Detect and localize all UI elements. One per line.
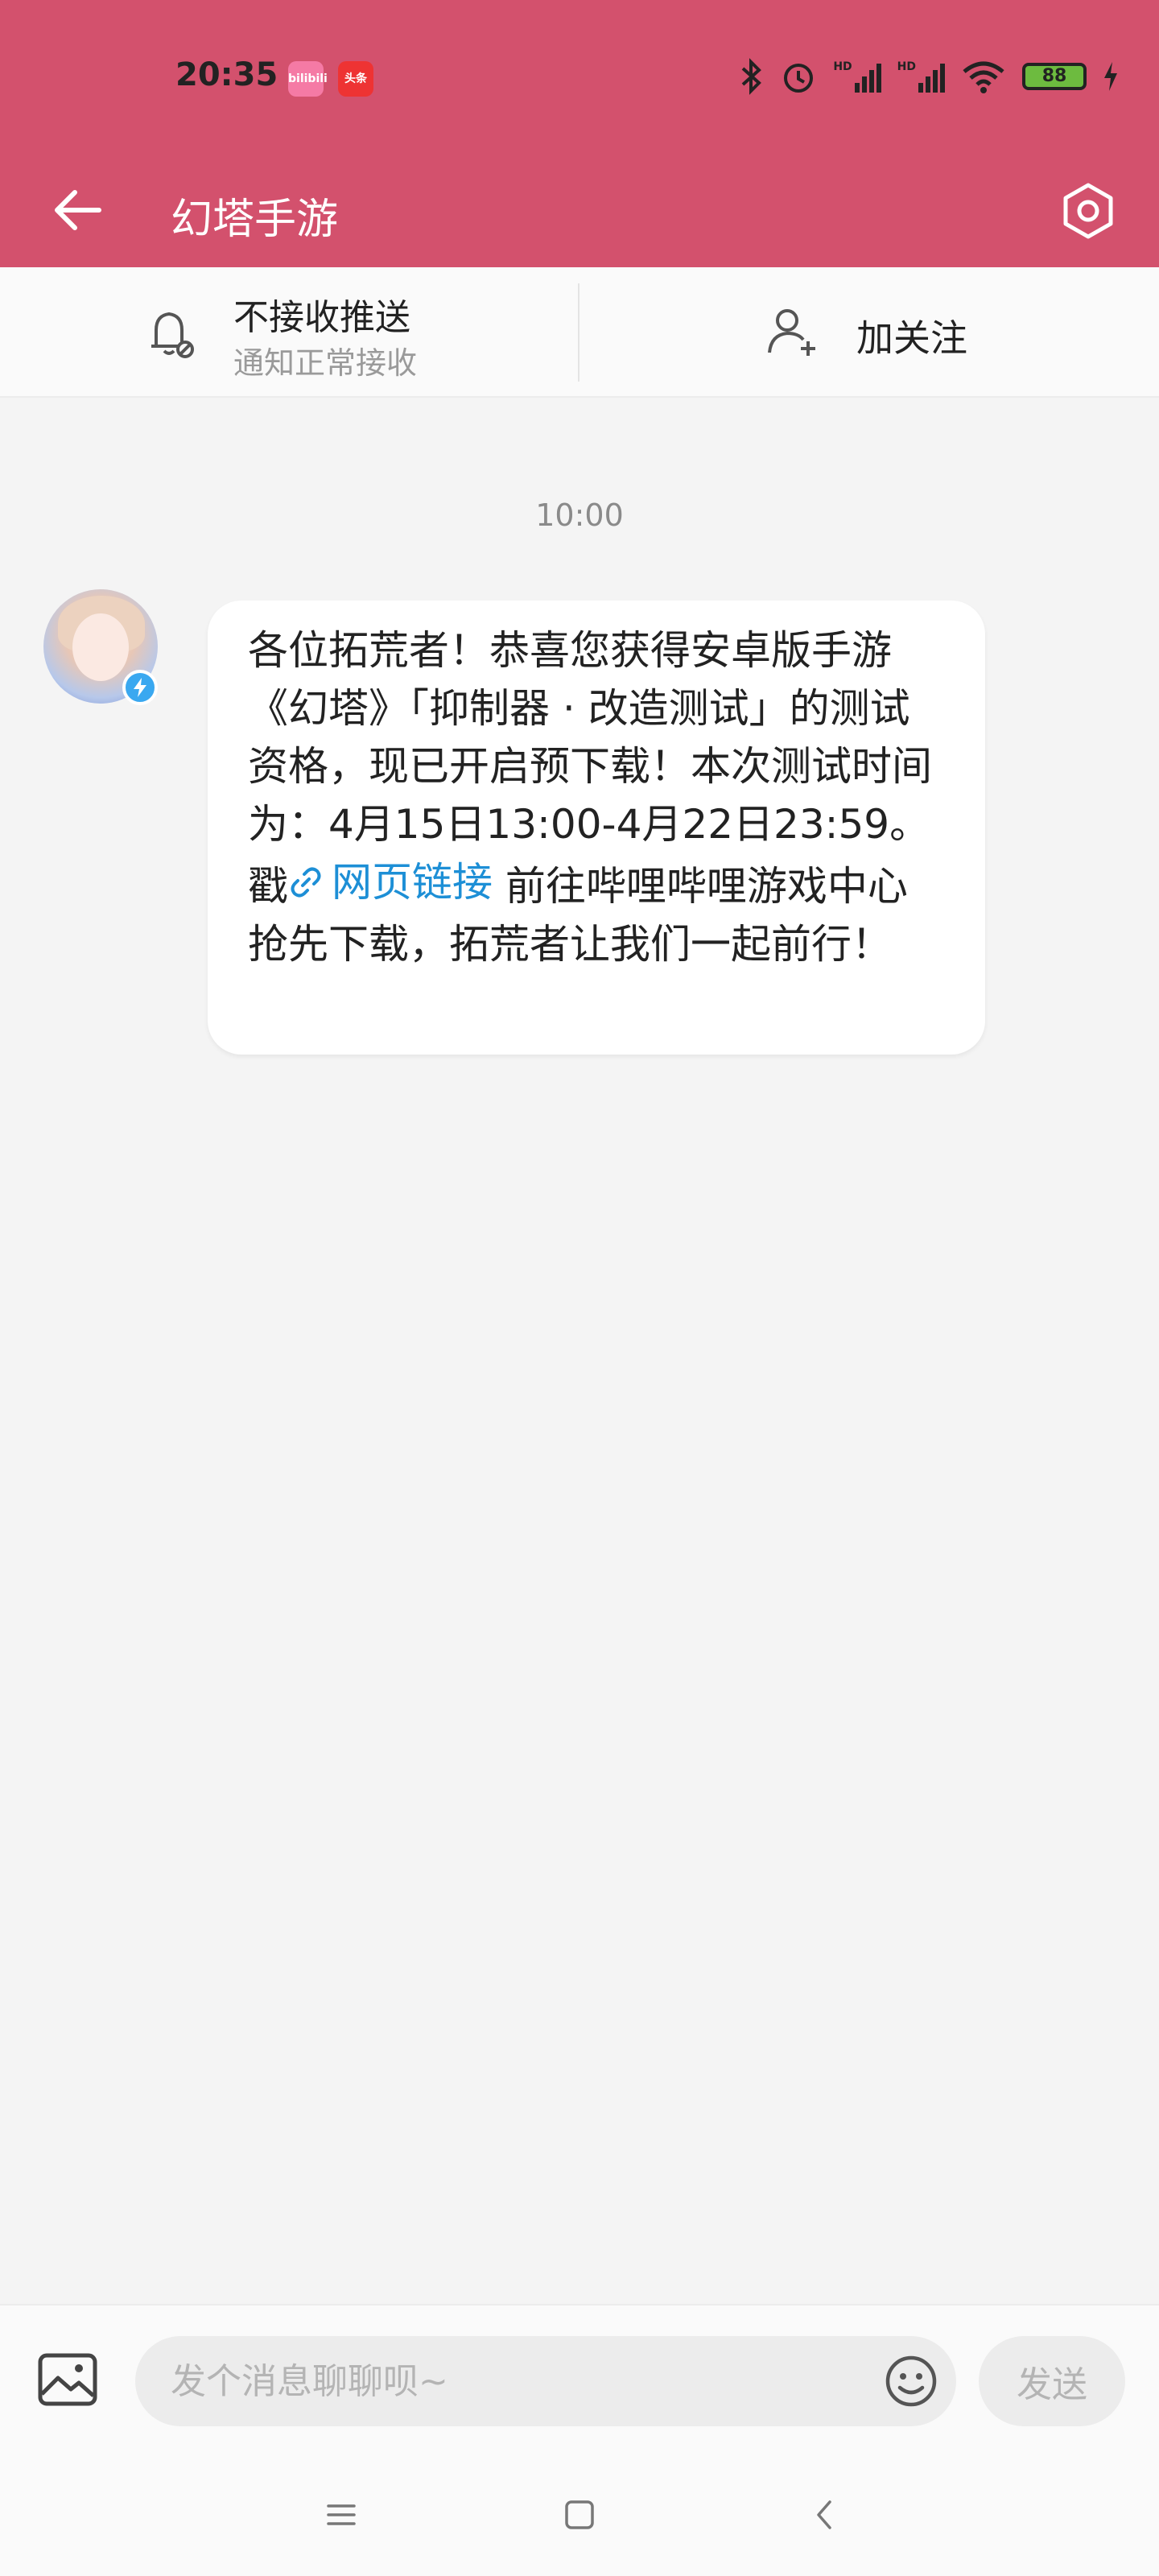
image-picker-button[interactable]: [35, 2347, 100, 2412]
app-header: 幻塔手游: [0, 153, 1159, 267]
hexagon-settings-icon: [1063, 183, 1113, 239]
back-button[interactable]: [48, 182, 105, 238]
emoji-button[interactable]: [884, 2354, 938, 2409]
page-title: 幻塔手游: [171, 196, 339, 244]
square-home-icon: [565, 2500, 594, 2529]
arrow-left-icon: [55, 190, 101, 230]
push-toggle[interactable]: 不接收推送 通知正常接收: [0, 267, 578, 398]
push-title: 不接收推送: [233, 297, 410, 338]
message-timestamp: 10:00: [535, 497, 624, 533]
status-icons: HD HD 88: [740, 56, 1119, 97]
chat-area[interactable]: 10:00 各位拓荒者！恭喜您获得安卓版手游《幻塔》「抑制器 · 改造测试」的测…: [0, 398, 1159, 2304]
settings-button[interactable]: [1058, 180, 1119, 242]
link-text: 网页链接: [332, 859, 493, 906]
status-bar: 20:35 bilibili 头条 HD HD 88: [0, 0, 1159, 153]
follow-button[interactable]: 加关注: [580, 267, 1159, 398]
bluetooth-icon: [741, 58, 762, 95]
smiley-icon: [885, 2355, 937, 2407]
bilibili-notification-icon: bilibili: [288, 61, 328, 97]
battery-icon: 88: [1022, 63, 1087, 90]
verified-lightning-icon: [122, 670, 158, 705]
link-icon: [291, 867, 321, 898]
toutiao-notification-icon: 头条: [338, 61, 373, 97]
message-input[interactable]: [135, 2336, 956, 2426]
follow-label: 加关注: [856, 316, 967, 360]
wifi-icon: [963, 61, 1004, 93]
web-link[interactable]: 网页链接: [288, 853, 493, 911]
menu-button[interactable]: [320, 2494, 362, 2536]
message-bubble[interactable]: 各位拓荒者！恭喜您获得安卓版手游《幻塔》「抑制器 · 改造测试」的测试资格，现已…: [208, 601, 985, 1055]
message-text: 各位拓荒者！恭喜您获得安卓版手游《幻塔》「抑制器 · 改造测试」的测试资格，现已…: [248, 621, 945, 973]
status-time: 20:35: [175, 56, 278, 93]
system-nav-bar: [0, 2454, 1159, 2576]
menu-icon: [327, 2504, 356, 2525]
alarm-icon: [784, 64, 814, 93]
image-icon: [38, 2353, 97, 2406]
signal-icon: HD: [897, 60, 945, 93]
action-bar: 不接收推送 通知正常接收 加关注: [0, 267, 1159, 398]
bell-muted-icon: [151, 312, 194, 358]
input-bar: 发送: [0, 2304, 1159, 2454]
chevron-left-icon: [817, 2500, 831, 2529]
push-subtitle: 通知正常接收: [233, 345, 418, 381]
add-user-icon: [768, 309, 815, 356]
back-nav-button[interactable]: [803, 2494, 845, 2536]
home-button[interactable]: [559, 2494, 600, 2536]
signal-icon: HD: [833, 60, 881, 93]
charging-icon: [1104, 62, 1117, 91]
send-button[interactable]: 发送: [979, 2336, 1125, 2426]
